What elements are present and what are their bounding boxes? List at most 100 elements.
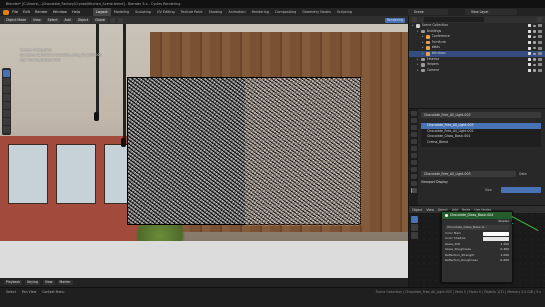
exclude-checkbox[interactable]: [527, 35, 531, 39]
output-tab-icon[interactable]: [410, 125, 417, 130]
knife-tool-icon[interactable]: [411, 232, 418, 239]
node-input-value[interactable]: 0.200: [500, 258, 509, 263]
workspace-tab-rendering[interactable]: Rendering: [249, 8, 272, 16]
measure-tool-icon[interactable]: [3, 126, 10, 133]
exclude-checkbox[interactable]: [527, 29, 531, 33]
add-menu[interactable]: Add: [62, 17, 73, 23]
object-menu[interactable]: Object: [75, 17, 91, 23]
camera-icon[interactable]: [538, 57, 542, 61]
annotate-tool-icon[interactable]: [3, 118, 10, 125]
eye-icon[interactable]: [532, 46, 537, 50]
render-region-noisy[interactable]: [127, 77, 362, 226]
menu-file[interactable]: File: [12, 10, 18, 14]
exclude-checkbox[interactable]: [527, 46, 531, 50]
workspace-tab-compositing[interactable]: Compositing: [272, 8, 299, 16]
filter-icon[interactable]: [537, 17, 542, 22]
view-layer-selector[interactable]: View Layer: [465, 9, 517, 15]
camera-icon[interactable]: [538, 35, 542, 39]
keying-menu[interactable]: Keying: [25, 280, 40, 285]
select-tool-icon[interactable]: [411, 216, 418, 223]
eye-icon[interactable]: [532, 58, 537, 61]
workspace-tab-texture-paint[interactable]: Texture Paint: [178, 8, 206, 16]
eye-icon[interactable]: [532, 52, 537, 55]
camera-icon[interactable]: [538, 52, 542, 56]
display-mode-icon[interactable]: [412, 17, 417, 22]
modifier-tab-icon[interactable]: [410, 160, 417, 165]
menu-render[interactable]: Render: [35, 10, 48, 14]
size-slider[interactable]: [501, 187, 541, 193]
blender-logo-icon[interactable]: [3, 9, 9, 15]
view-menu[interactable]: View: [426, 208, 434, 212]
color-swatch[interactable]: [483, 231, 509, 236]
orientation-dropdown[interactable]: Global: [93, 17, 108, 23]
camera-icon[interactable]: [538, 29, 542, 33]
object-tab-icon[interactable]: [410, 153, 417, 158]
menu-window[interactable]: Window: [53, 10, 67, 14]
rotate-tool-icon[interactable]: [3, 94, 10, 101]
object-menu[interactable]: Object: [412, 208, 422, 212]
workspace-tab-animation[interactable]: Animation: [225, 8, 248, 16]
shading-mode-button[interactable]: Rendering: [384, 17, 405, 23]
select-box-tool-icon[interactable]: [3, 70, 10, 77]
exclude-checkbox[interactable]: [527, 52, 531, 56]
menu-edit[interactable]: Edit: [23, 10, 30, 14]
camera-icon[interactable]: [538, 46, 542, 50]
node-collapse-icon[interactable]: [445, 214, 448, 217]
workspace-tab-layout[interactable]: Layout: [93, 8, 111, 16]
exclude-checkbox[interactable]: [527, 41, 531, 45]
scale-tool-icon[interactable]: [3, 102, 10, 109]
transform-tool-icon[interactable]: [3, 110, 10, 117]
data-tab-icon[interactable]: [410, 181, 417, 186]
material-browse-field[interactable]: Chocolate_Free_All_Light.003: [421, 112, 541, 118]
exclude-checkbox[interactable]: [527, 69, 531, 73]
material-slot[interactable]: Crema_Blend: [421, 140, 541, 146]
view-menu[interactable]: View: [31, 17, 43, 23]
render-tab-icon[interactable]: [410, 118, 417, 123]
select-menu[interactable]: Select: [45, 17, 60, 23]
node-header[interactable]: Chocolate_Glass_Basic.004: [442, 212, 512, 219]
playback-menu[interactable]: Playback: [4, 280, 23, 285]
camera-icon[interactable]: [538, 41, 542, 45]
move-tool-icon[interactable]: [3, 86, 10, 93]
shader-output-socket[interactable]: [511, 222, 514, 225]
material-name-field[interactable]: Chocolate_Free_All_Light.003: [421, 171, 516, 177]
exclude-checkbox[interactable]: [527, 57, 531, 61]
menu-help[interactable]: Help: [72, 10, 80, 14]
workspace-tab-shading[interactable]: Shading: [206, 8, 226, 16]
material-tab-icon[interactable]: [410, 188, 417, 193]
snap-icon[interactable]: [110, 17, 116, 23]
workspace-tab-uv-editing[interactable]: UV Editing: [154, 8, 178, 16]
constraints-tab-icon[interactable]: [410, 174, 417, 179]
view-layer-tab-icon[interactable]: [410, 132, 417, 137]
expand-arrow-icon[interactable]: ▸: [417, 68, 420, 74]
exclude-checkbox[interactable]: [527, 24, 531, 28]
world-tab-icon[interactable]: [410, 146, 417, 151]
eye-icon[interactable]: [532, 63, 537, 67]
workspace-tab-sculpting[interactable]: Sculpting: [132, 8, 154, 16]
outliner-item[interactable]: ▸ Camera: [409, 68, 545, 74]
workspace-tab-modeling[interactable]: Modeling: [111, 8, 132, 16]
camera-icon[interactable]: [538, 63, 542, 67]
eye-icon[interactable]: [532, 30, 537, 33]
tool-tab-icon[interactable]: [410, 111, 417, 116]
camera-icon[interactable]: [538, 69, 542, 73]
eye-icon[interactable]: [532, 24, 537, 27]
scene-tab-icon[interactable]: [410, 139, 417, 144]
viewport-display-section[interactable]: Viewport Display: [421, 179, 448, 185]
expand-arrow-icon[interactable]: ▸: [422, 51, 425, 57]
physics-tab-icon[interactable]: [410, 167, 417, 172]
outliner-search-input[interactable]: [424, 17, 484, 22]
eye-icon[interactable]: [532, 69, 537, 72]
group-node[interactable]: Chocolate_Glass_Basic.004 Shader Chocola…: [441, 211, 514, 283]
annotate-tool-icon[interactable]: [411, 224, 418, 231]
camera-icon[interactable]: [538, 24, 542, 28]
scene-selector[interactable]: Scene: [408, 9, 448, 15]
proportional-edit-icon[interactable]: [118, 17, 124, 23]
node-group-field[interactable]: Chocolate_Glass_Basic.0...: [445, 224, 509, 231]
timeline-view-menu[interactable]: View: [42, 280, 55, 285]
cursor-tool-icon[interactable]: [3, 78, 10, 85]
node-input-row[interactable]: Reflection_Roughness 0.200: [442, 258, 512, 263]
workspace-tab-geometry-nodes[interactable]: Geometry Nodes: [299, 8, 334, 16]
eye-icon[interactable]: [532, 35, 537, 39]
shader-editor[interactable]: Object View Select Add Node Use Nodes Ch…: [408, 205, 545, 287]
